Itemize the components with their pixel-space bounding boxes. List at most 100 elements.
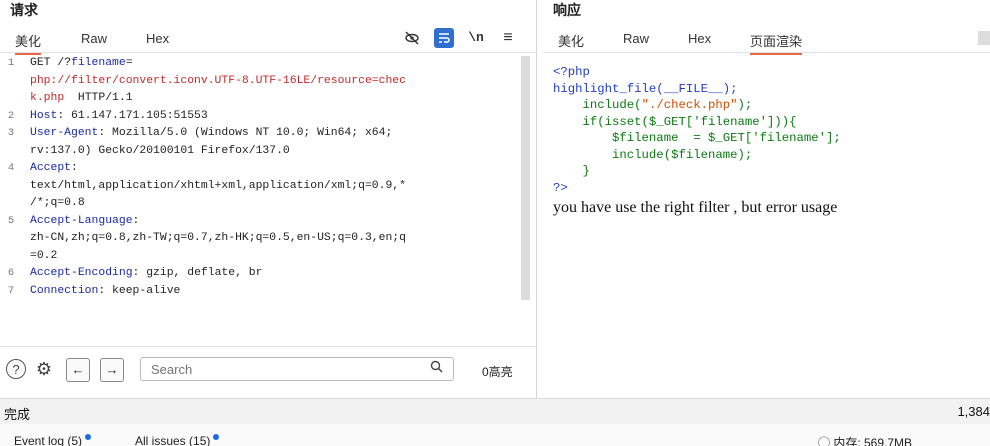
code-line: =0.2	[0, 248, 520, 266]
response-menu-handle[interactable]	[978, 31, 990, 45]
code-line: zh-CN,zh;q=0.8,zh-TW;q=0.7,zh-HK;q=0.5,e…	[0, 230, 520, 248]
code-line: 3 User-Agent: Mozilla/5.0 (Windows NT 10.…	[0, 125, 520, 143]
line-text: Accept-Encoding: gzip, deflate, br	[30, 265, 262, 283]
php-source-line: include("./check.php");	[553, 97, 841, 114]
newline-icon[interactable]: \n	[466, 28, 486, 48]
code-line: 8 Upgrade-Insecure-Requests: 1	[0, 300, 520, 301]
line-text: /*;q=0.8	[30, 195, 85, 213]
notification-dot	[85, 434, 92, 440]
line-text: Accept-Language:	[30, 213, 139, 231]
line-text: Accept:	[30, 160, 78, 178]
code-line: 2 Host: 61.147.171.105:51553	[0, 108, 520, 126]
php-source-line: ?>	[553, 180, 841, 197]
footer-bar: Event log (5) All issues (15) ◯ 内存: 569.…	[0, 424, 990, 446]
request-toolbar: \n ≡	[402, 28, 522, 50]
tab-hex[interactable]: Hex	[688, 31, 711, 46]
code-token: : 61.147.171.105:51553	[57, 109, 208, 122]
code-token: include($filename);	[553, 147, 753, 162]
eye-off-icon[interactable]	[402, 28, 422, 48]
tab-raw[interactable]: Raw	[623, 31, 649, 46]
php-source-line: highlight_file(__FILE__);	[553, 81, 841, 98]
php-source-line: include($filename);	[553, 147, 841, 164]
code-token: Connection	[30, 284, 99, 297]
help-icon[interactable]: ?	[6, 359, 26, 379]
line-text: k.php HTTP/1.1	[30, 90, 133, 108]
code-token: if(isset($_GET['filename'])){	[553, 114, 797, 129]
line-text: text/html,application/xhtml+xml,applicat…	[30, 178, 406, 196]
php-source-line: if(isset($_GET['filename'])){	[553, 114, 841, 131]
code-line: /*;q=0.8	[0, 195, 520, 213]
gear-icon[interactable]: ⚙	[34, 359, 54, 379]
tab-render[interactable]: 页面渲染	[750, 31, 803, 55]
tab-raw[interactable]: Raw	[81, 31, 107, 46]
php-source-line: }	[553, 163, 841, 180]
code-token: zh-CN,zh;q=0.8,zh-TW;q=0.7,zh-HK;q=0.5,e…	[30, 232, 406, 244]
code-token: rv:137.0) Gecko/20100101 Firefox/137.0	[30, 144, 290, 157]
line-number: 6	[7, 267, 15, 279]
status-bar: 完成 1,384	[0, 398, 990, 425]
tab-hex[interactable]: Hex	[146, 31, 169, 46]
code-token: php://filter/convert.iconv.UTF-8.UTF-16L…	[30, 74, 406, 87]
line-number: 1	[7, 57, 15, 69]
code-token: GET /?	[30, 57, 72, 69]
code-token: k.php	[30, 92, 65, 104]
request-editor[interactable]: 1 GET /?filename= php://filter/convert.ico…	[0, 55, 520, 301]
line-text: GET /?filename=	[30, 55, 133, 73]
wrap-icon[interactable]	[434, 28, 454, 48]
search-input[interactable]	[140, 357, 454, 381]
request-scrollbar[interactable]	[521, 56, 530, 300]
request-title: 请求	[10, 2, 38, 18]
search-icon[interactable]	[430, 360, 443, 376]
code-line: 6 Accept-Encoding: gzip, deflate, br	[0, 265, 520, 283]
line-text: Upgrade-Insecure-Requests: 1	[30, 300, 221, 301]
line-text: User-Agent: Mozilla/5.0 (Windows NT 10.0…	[30, 125, 392, 143]
response-tabs: 美化 Raw Hex 页面渲染	[543, 28, 990, 55]
code-token: User-Agent	[30, 127, 99, 139]
code-token: :	[71, 162, 78, 174]
code-token: filename	[71, 57, 126, 69]
code-line: php://filter/convert.iconv.UTF-8.UTF-16L…	[0, 73, 520, 91]
code-token: "./check.php"	[641, 98, 738, 112]
status-text: 完成	[4, 407, 31, 422]
code-token: text/html,application/xhtml+xml,applicat…	[30, 179, 406, 192]
line-number: 2	[7, 109, 15, 122]
memory-label: 内存: 569.7MB	[833, 436, 913, 446]
tab-pretty[interactable]: 美化	[558, 31, 584, 50]
tab-pretty[interactable]: 美化	[15, 31, 42, 55]
response-panel: 响应 美化 Raw Hex 页面渲染 <?php highlight_file(_…	[543, 0, 990, 398]
code-line: rv:137.0) Gecko/20100101 Firefox/137.0	[0, 143, 520, 161]
highlight-count: 0高亮	[482, 365, 513, 379]
menu-icon[interactable]: ≡	[498, 28, 518, 48]
php-source-line: $filename = $_GET['filename'];	[553, 130, 841, 147]
code-line: 7 Connection: keep-alive	[0, 283, 520, 301]
line-number: 3	[7, 127, 15, 139]
line-text: Host: 61.147.171.105:51553	[30, 108, 208, 126]
line-text: php://filter/convert.iconv.UTF-8.UTF-16L…	[30, 73, 406, 91]
all-issues-label: All issues (15)	[135, 434, 211, 446]
code-line: 1 GET /?filename=	[0, 55, 520, 73]
php-source-line: <?php	[553, 64, 841, 81]
response-title: 响应	[553, 2, 581, 18]
code-token: /*;q=0.8	[30, 197, 85, 209]
code-line: k.php HTTP/1.1	[0, 90, 520, 108]
code-token: $filename = $_GET['filename'];	[553, 131, 841, 145]
forward-button[interactable]: →	[100, 358, 124, 382]
back-button[interactable]: ←	[66, 358, 90, 382]
byte-count: 1,384	[957, 404, 990, 419]
all-issues-tab[interactable]: All issues (15)	[135, 434, 220, 446]
memory-indicator: ◯ 内存: 569.7MB	[818, 434, 912, 446]
rendered-page: <?php highlight_file(__FILE__); include("…	[553, 64, 841, 219]
line-text: =0.2	[30, 248, 57, 266]
event-log-tab[interactable]: Event log (5)	[14, 434, 92, 446]
code-token: include(	[553, 98, 642, 112]
notification-dot	[213, 434, 220, 440]
line-number: 7	[7, 284, 15, 297]
code-token: : keep-alive	[98, 284, 181, 297]
code-token: : Mozilla/5.0 (Windows NT 10.0; Win64; x…	[98, 127, 393, 139]
request-panel: 请求 美化 Raw Hex \n ≡ 1 GET /?filename= php:/…	[0, 0, 537, 398]
code-token: Accept	[30, 162, 72, 174]
request-search-bar: ? ⚙ ← → 0高亮	[0, 346, 536, 391]
line-number: 5	[7, 214, 15, 227]
code-line: 4 Accept:	[0, 160, 520, 178]
code-line: text/html,application/xhtml+xml,applicat…	[0, 178, 520, 196]
